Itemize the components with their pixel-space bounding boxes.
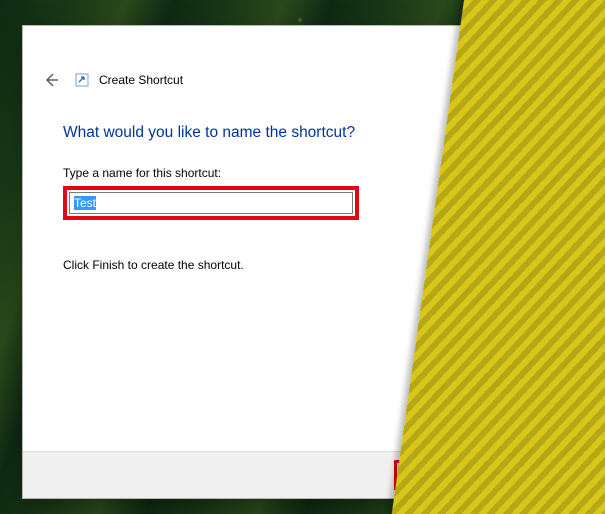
wizard-prompt: What would you like to name the shortcut… bbox=[63, 124, 528, 142]
desktop-wallpaper: Create Shortcut What would you like to n… bbox=[0, 0, 605, 514]
shortcut-name-label: Type a name for this shortcut: bbox=[63, 166, 528, 180]
wizard-instruction: Click Finish to create the shortcut. bbox=[63, 258, 528, 272]
arrow-annotation bbox=[436, 360, 484, 440]
finish-button[interactable]: Finish bbox=[398, 464, 470, 486]
shortcut-name-input[interactable] bbox=[69, 192, 353, 214]
wizard-header: Create Shortcut bbox=[23, 66, 568, 94]
window-titlebar bbox=[23, 26, 568, 56]
back-button[interactable] bbox=[37, 66, 65, 94]
wizard-content: What would you like to name the shortcut… bbox=[23, 94, 568, 451]
wizard-footer: Finish Cancel bbox=[23, 451, 568, 498]
wizard-title: Create Shortcut bbox=[99, 73, 183, 87]
create-shortcut-wizard-window: Create Shortcut What would you like to n… bbox=[22, 25, 569, 499]
shortcut-icon bbox=[75, 73, 89, 87]
close-icon bbox=[541, 35, 551, 45]
window-close-button[interactable] bbox=[523, 26, 568, 54]
finish-highlight-annotation: Finish bbox=[394, 460, 474, 490]
back-arrow-icon bbox=[43, 72, 59, 88]
cancel-button[interactable]: Cancel bbox=[482, 464, 554, 486]
input-highlight-annotation bbox=[63, 186, 359, 220]
